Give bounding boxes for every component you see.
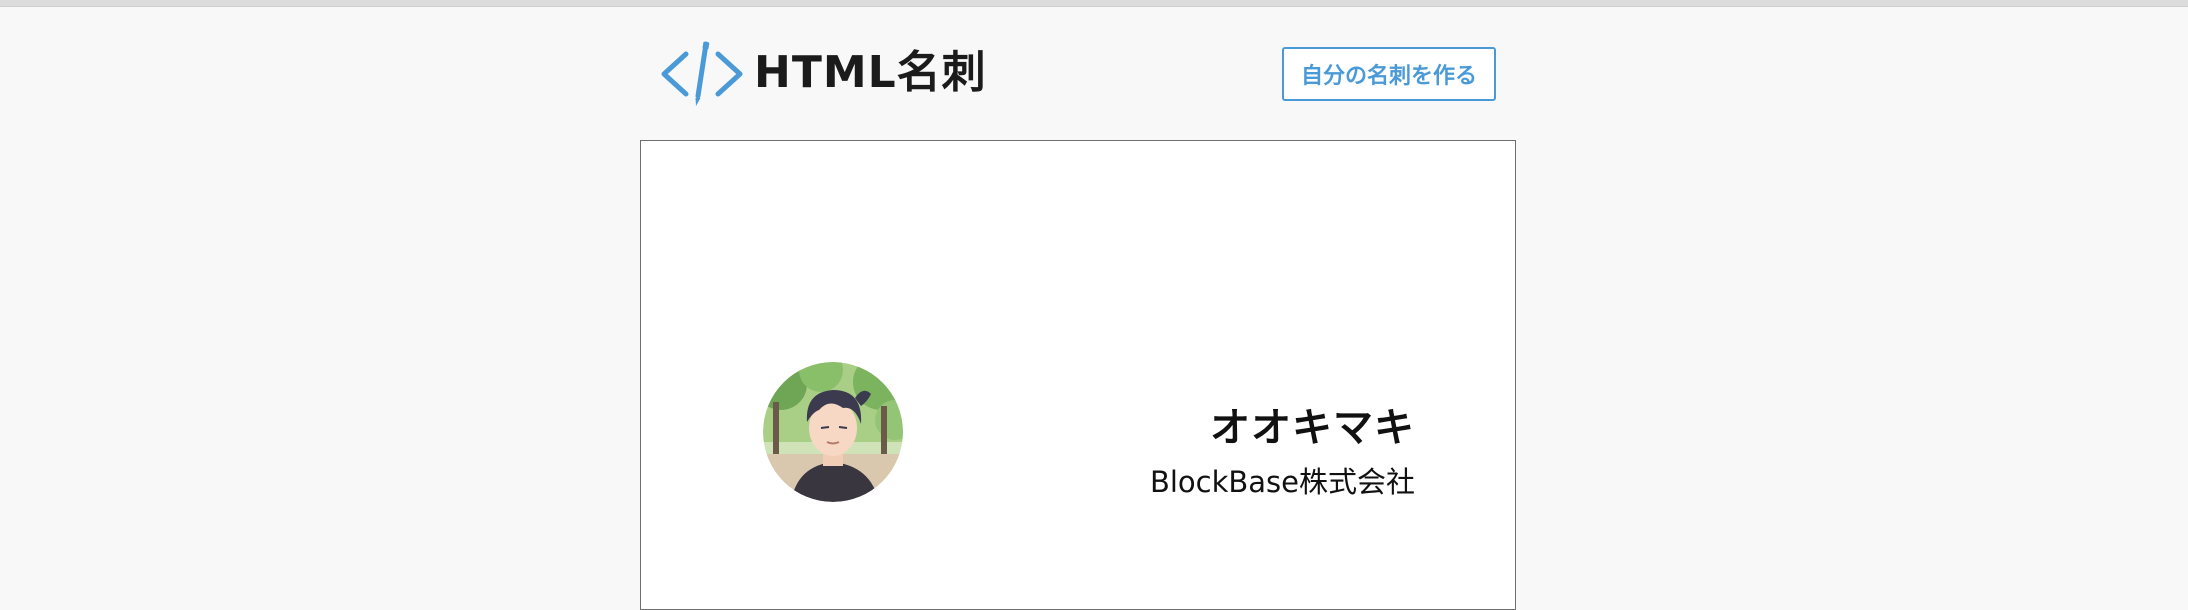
person-name: オオキマキ: [1210, 405, 1415, 451]
logo-text: HTML名刺: [754, 47, 987, 98]
code-pen-icon: [661, 41, 743, 106]
site-logo[interactable]: HTML名刺: [656, 40, 987, 106]
company-name: BlockBase株式会社: [1149, 465, 1415, 499]
create-card-button[interactable]: 自分の名刺を作る: [1282, 47, 1496, 101]
browser-top-edge: [0, 0, 2188, 7]
avatar: [763, 362, 903, 502]
business-card: オオキマキ BlockBase株式会社: [640, 140, 1516, 610]
site-header: HTML名刺 自分の名刺を作る: [640, 38, 1500, 110]
